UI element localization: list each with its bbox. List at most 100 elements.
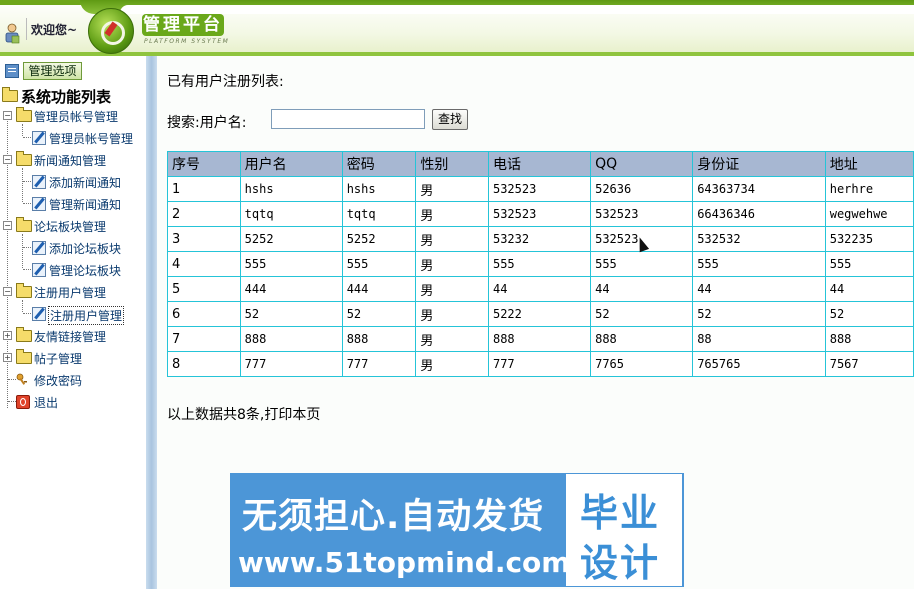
collapse-icon[interactable]: − <box>3 287 12 296</box>
table-cell: 532523 <box>487 201 592 227</box>
table-cell: 555 <box>692 251 826 277</box>
table-cell: 7567 <box>824 351 914 377</box>
table-cell: 52 <box>692 301 826 327</box>
platform-logo <box>88 8 134 54</box>
table-cell: 52636 <box>590 176 694 202</box>
table-row: 4 555 555 男 555 555 555 555 <box>167 251 914 277</box>
tree-group-label: 帖子管理 <box>34 352 83 366</box>
sidebar: 管理选项 系统功能列表 − 管理员帐号管理 管理员帐号管理 − 新闻通知管理 添… <box>0 56 146 589</box>
table-cell: 2 <box>167 201 241 227</box>
tree-branch-line <box>8 379 16 380</box>
table-cell: 6 <box>167 301 241 327</box>
table-cell: 444 <box>239 276 343 302</box>
collapse-icon[interactable]: − <box>3 155 12 164</box>
table-cell: 64363734 <box>692 176 826 202</box>
expand-icon[interactable]: + <box>3 353 12 362</box>
tree-item-label: 管理员帐号管理 <box>49 132 134 146</box>
folder-open-icon <box>2 87 18 102</box>
column-header: 身份证 <box>692 151 826 177</box>
table-cell: 88 <box>692 326 826 352</box>
tree-group-label: 新闻通知管理 <box>34 154 107 168</box>
banner-badge: 毕业 设计 <box>566 474 682 586</box>
table-cell: 5222 <box>487 301 592 327</box>
table-cell: 888 <box>590 326 694 352</box>
sidebar-splitter[interactable] <box>146 56 157 589</box>
expand-icon[interactable]: + <box>3 331 12 340</box>
table-cell: 555 <box>824 251 914 277</box>
tree-item-label: 管理新闻通知 <box>49 198 122 212</box>
collapse-icon[interactable]: − <box>3 111 12 120</box>
ad-banner[interactable]: 无须担心.自动发货 www.51topmind.com 毕业 设计 <box>230 473 684 587</box>
table-body: 1 hshs hshs 男 532523 52636 64363734 herhre 2 tqtq… <box>167 176 914 377</box>
table-cell: 444 <box>341 276 417 302</box>
table-cell: 男 <box>415 226 489 252</box>
table-cell: 男 <box>415 176 489 202</box>
table-cell: 765765 <box>692 351 826 377</box>
tree-branch-line <box>23 203 31 204</box>
table-cell: herhre <box>824 176 914 202</box>
username-search-input[interactable] <box>271 109 425 129</box>
welcome-text: 欢迎您~ <box>31 23 78 37</box>
tree-branch-line <box>23 269 31 270</box>
tree-root-label: 系统功能列表 <box>21 88 112 106</box>
tree-group-label: 论坛板块管理 <box>34 220 107 234</box>
column-header: 电话 <box>487 151 592 177</box>
table-cell: 男 <box>415 276 489 302</box>
edit-page-icon <box>32 131 46 145</box>
collapse-icon[interactable]: − <box>3 221 12 230</box>
table-cell: hshs <box>239 176 343 202</box>
table-cell: 555 <box>590 251 694 277</box>
table-cell: 52 <box>590 301 694 327</box>
record-count-text[interactable]: 以上数据共8条,打印本页 <box>167 404 320 424</box>
folder-open-icon <box>16 107 32 122</box>
search-label: 搜索:用户名: <box>167 115 247 131</box>
tree-branch-line <box>22 124 23 136</box>
table-cell: 532523 <box>487 176 592 202</box>
tree-item-label: 添加新闻通知 <box>49 176 122 190</box>
tree-item-label-selected: 注册用户管理 <box>48 306 125 325</box>
table-cell: 555 <box>487 251 592 277</box>
header: 欢迎您~ 管理平台 PLATFORM SYSYTEM <box>0 0 914 56</box>
tree-branch-line <box>23 137 31 138</box>
table-row: 7 888 888 男 888 888 88 888 <box>167 326 914 352</box>
edit-page-icon <box>32 307 46 321</box>
edit-page-icon <box>32 241 46 255</box>
table-cell: tqtq <box>239 201 343 227</box>
tree-item-label: 管理论坛板块 <box>49 264 122 278</box>
tree-group-label: 友情链接管理 <box>34 330 107 344</box>
search-button[interactable]: 查找 <box>432 109 468 130</box>
tree-item-label: 添加论坛板块 <box>49 242 122 256</box>
table-cell: 5252 <box>239 226 343 252</box>
table-cell: 52 <box>824 301 914 327</box>
tree-branch-line <box>23 181 31 182</box>
table-cell: wegwehwe <box>824 201 914 227</box>
tree-group-label: 注册用户管理 <box>34 286 107 300</box>
table-cell: 52 <box>341 301 417 327</box>
options-button[interactable]: 管理选项 <box>23 62 82 80</box>
table-cell: 44 <box>590 276 694 302</box>
tree-item-label: 修改密码 <box>34 374 83 388</box>
table-cell: 5252 <box>341 226 417 252</box>
tree-branch-line <box>22 300 23 312</box>
table-cell: 44 <box>487 276 592 302</box>
table-cell: 5 <box>167 276 241 302</box>
table-cell: 7 <box>167 326 241 352</box>
tree-branch-line <box>22 168 23 202</box>
table-cell: tqtq <box>341 201 417 227</box>
table-cell: 555 <box>239 251 343 277</box>
user-table: 序号 用户名 密码 性别 电话 QQ 身份证 地址 1 hshs hshs 男 5325… <box>167 151 914 377</box>
tree-branch-line <box>22 234 23 268</box>
table-cell: 532523 <box>590 201 694 227</box>
table-cell: 男 <box>415 301 489 327</box>
table-cell: 777 <box>341 351 417 377</box>
table-row: 2 tqtq tqtq 男 532523 532523 66436346 wegwehwe <box>167 201 914 227</box>
banner-badge-line1: 毕业 <box>580 491 661 535</box>
edit-page-icon <box>32 197 46 211</box>
column-header: 地址 <box>824 151 914 177</box>
table-cell: hshs <box>341 176 417 202</box>
edit-page-icon <box>32 263 46 277</box>
table-cell: 53232 <box>487 226 592 252</box>
table-row: 1 hshs hshs 男 532523 52636 64363734 herhre <box>167 176 914 202</box>
page-caption: 已有用户注册列表: <box>167 74 284 90</box>
folder-open-icon <box>16 217 32 232</box>
